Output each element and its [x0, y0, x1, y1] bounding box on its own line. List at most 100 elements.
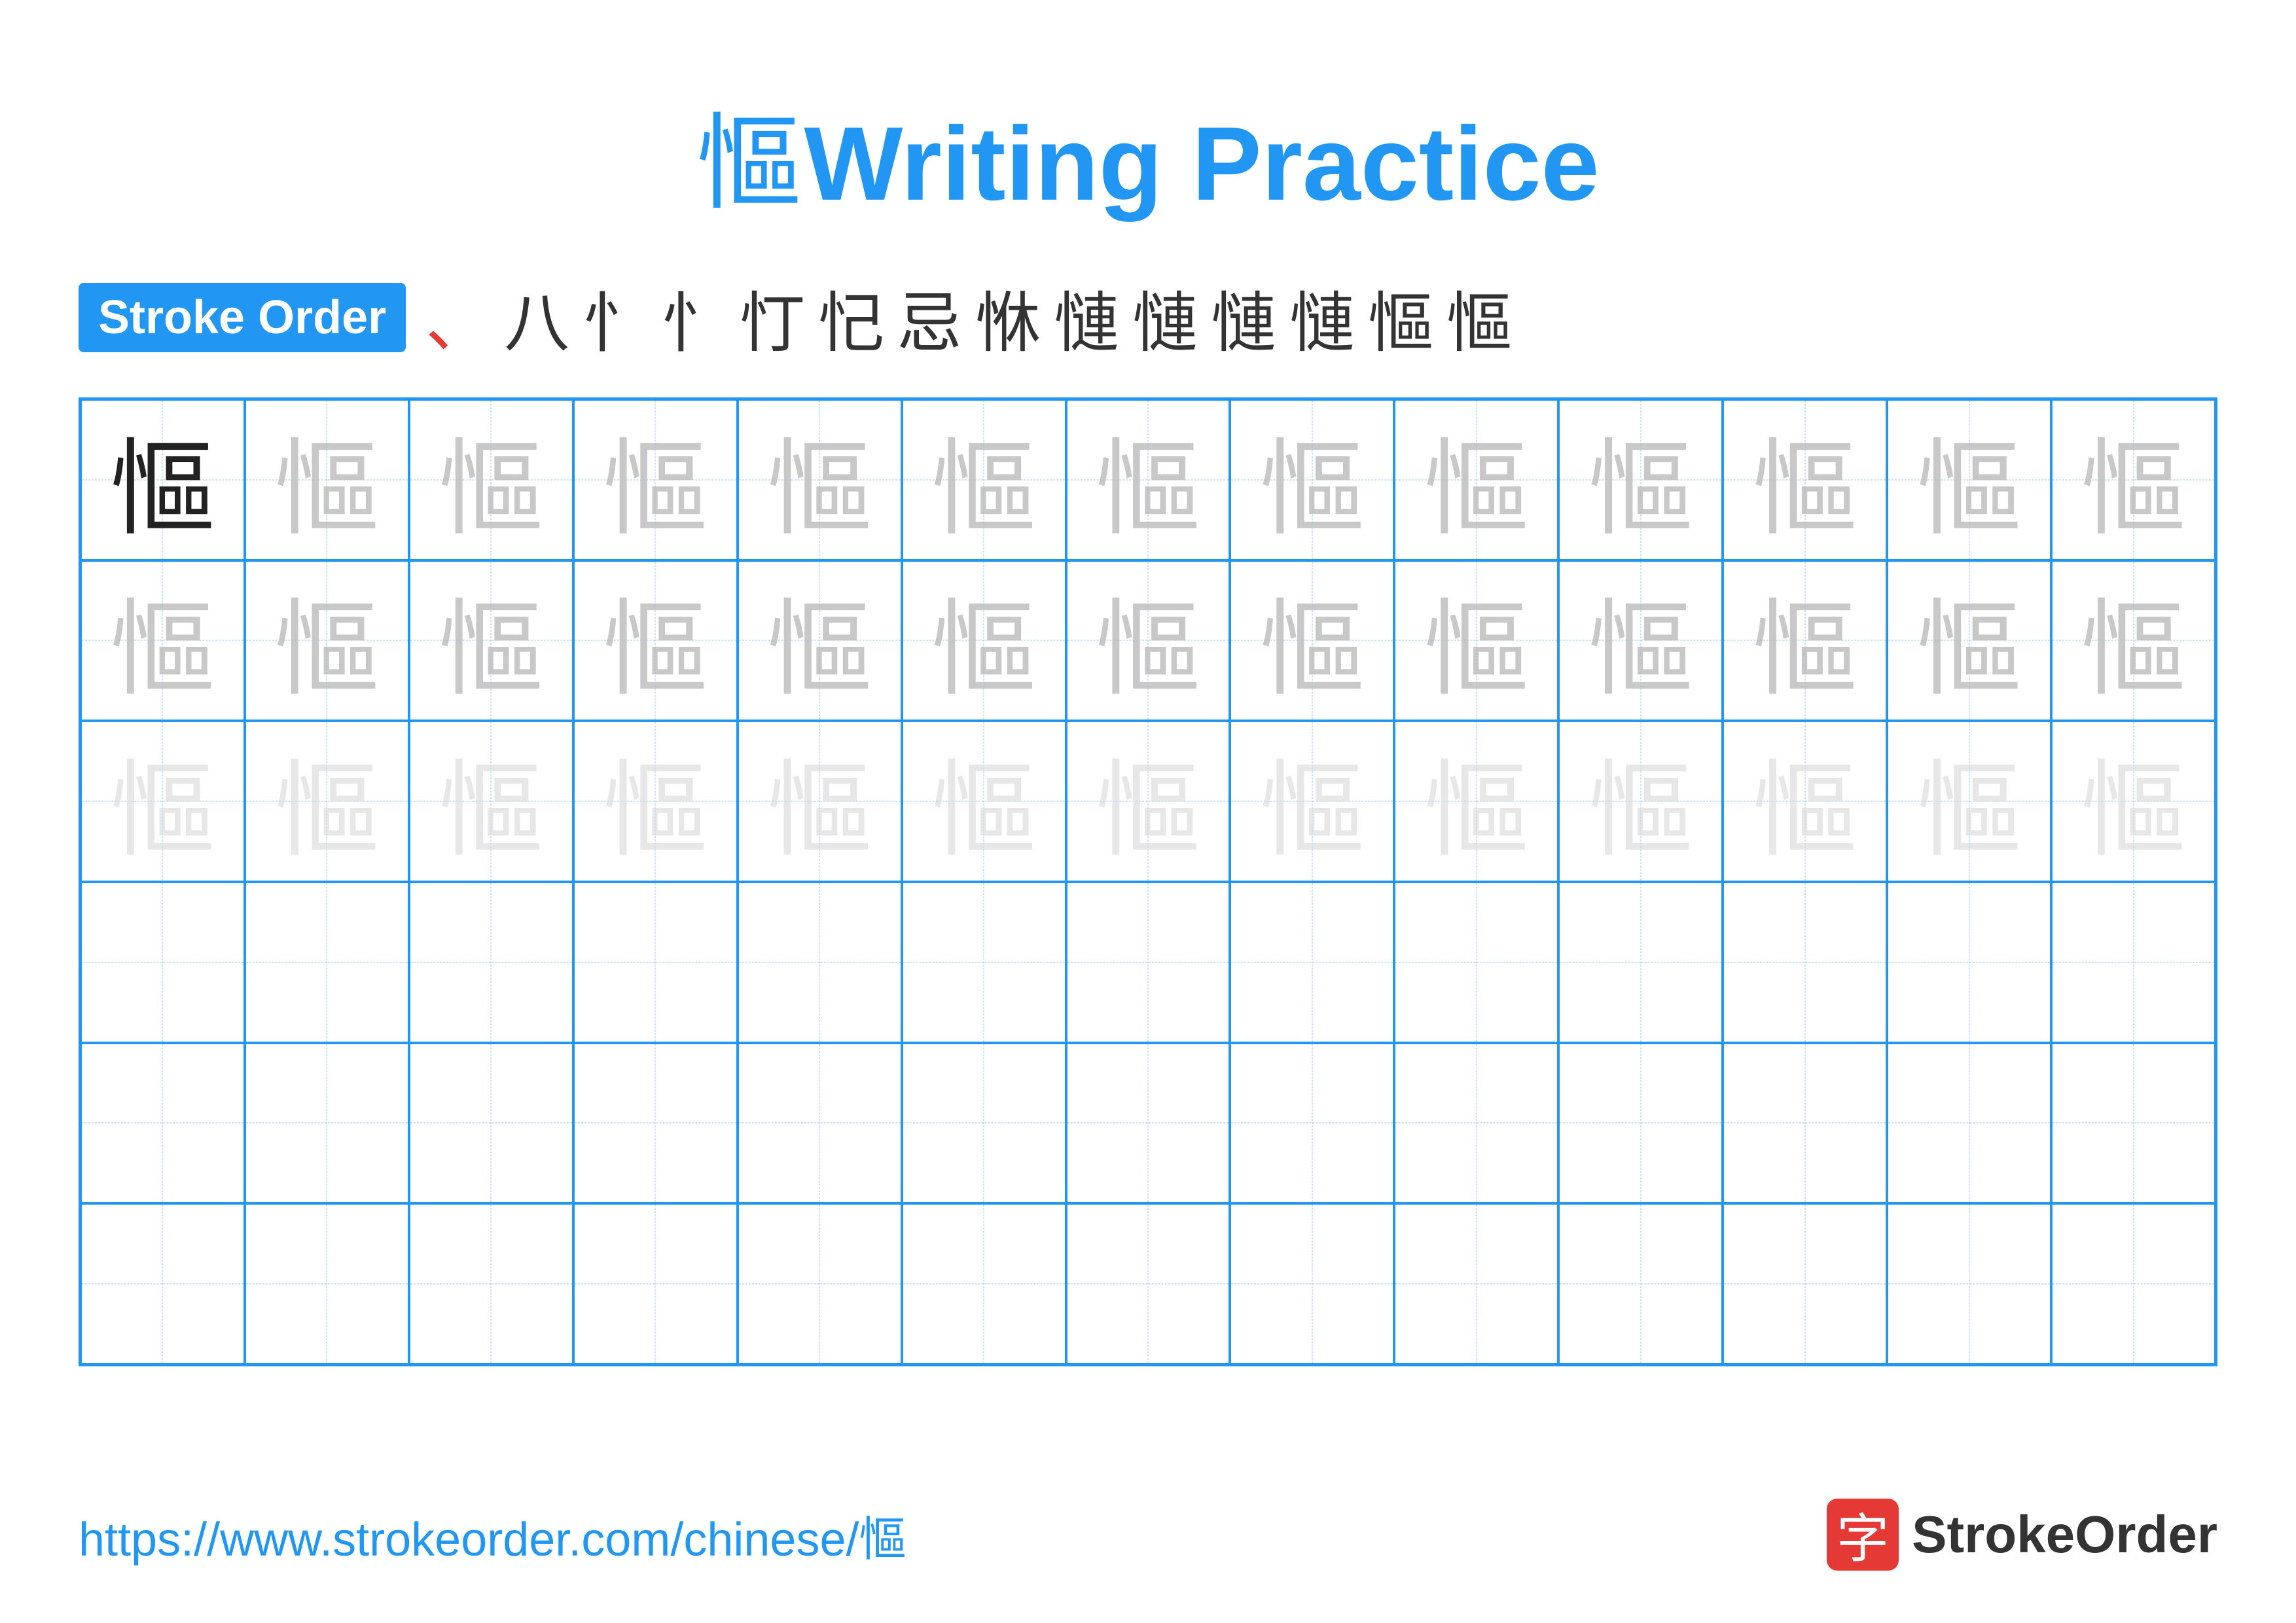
grid-cell: 慪	[409, 721, 573, 882]
practice-char: 慪	[1260, 564, 1365, 716]
grid-cell[interactable]	[409, 1203, 573, 1364]
grid-cell[interactable]	[1066, 1203, 1230, 1364]
grid-cell[interactable]	[1558, 1043, 1723, 1204]
grid-cell: 慪	[1558, 399, 1723, 560]
grid-cell[interactable]	[81, 882, 245, 1043]
grid-cell[interactable]	[1394, 1043, 1558, 1204]
stroke-order-badge: Stroke Order	[79, 283, 406, 352]
grid-cell[interactable]	[1558, 1203, 1723, 1364]
grid-cell: 慪	[902, 560, 1066, 721]
grid-cell[interactable]	[81, 1203, 245, 1364]
grid-cell: 慪	[1066, 560, 1230, 721]
grid-cell: 慪	[1723, 721, 1887, 882]
grid-cell[interactable]	[2051, 882, 2215, 1043]
grid-cell: 慪	[738, 560, 902, 721]
grid-cell: 慪	[1723, 399, 1887, 560]
grid-cell[interactable]	[902, 882, 1066, 1043]
footer: https://www.strokeorder.com/chinese/慪 字 …	[79, 1499, 2217, 1571]
practice-char: 慪	[2081, 725, 2186, 877]
grid-cell[interactable]	[902, 1043, 1066, 1204]
grid-cell: 慪	[1066, 721, 1230, 882]
practice-char: 慪	[110, 564, 215, 716]
grid-cell[interactable]	[409, 882, 573, 1043]
footer-brand: 字 StrokeOrder	[1827, 1499, 2217, 1571]
grid-cell: 慪	[1230, 560, 1394, 721]
grid-cell[interactable]	[1230, 1203, 1394, 1364]
grid-cell[interactable]	[1394, 1203, 1558, 1364]
grid-cell: 慪	[738, 399, 902, 560]
grid-cell: 慪	[573, 399, 738, 560]
grid-cell: 慪	[573, 721, 738, 882]
brand-name: StrokeOrder	[1912, 1504, 2217, 1565]
practice-char: 慪	[1753, 404, 1857, 556]
practice-char: 慪	[1588, 725, 1693, 877]
grid-cell[interactable]	[1887, 1203, 2051, 1364]
practice-char: 慪	[603, 404, 708, 556]
practice-char: 慪	[439, 564, 543, 716]
grid-cell[interactable]	[738, 1043, 902, 1204]
grid-cell: 慪	[81, 399, 245, 560]
grid-cell[interactable]	[1066, 1043, 1230, 1204]
grid-cell[interactable]	[1723, 1203, 1887, 1364]
grid-cell[interactable]	[245, 1043, 409, 1204]
grid-cell[interactable]	[573, 1203, 738, 1364]
grid-cell[interactable]	[1066, 882, 1230, 1043]
grid-cell[interactable]	[1230, 882, 1394, 1043]
stroke-order-row: Stroke Order 、 八 忄 忄 忊 忋 忌 恘 慩 慩 慩 慩 慪 慪	[79, 270, 2217, 365]
stroke-2: 八	[504, 270, 569, 365]
grid-cell[interactable]	[81, 1043, 245, 1204]
grid-cell[interactable]	[738, 1203, 902, 1364]
grid-cell[interactable]	[2051, 1043, 2215, 1204]
stroke-7: 忌	[897, 270, 962, 365]
grid-cell[interactable]	[1887, 1043, 2051, 1204]
grid-cell[interactable]	[573, 1043, 738, 1204]
practice-char: 慪	[767, 564, 872, 716]
stroke-6: 忋	[818, 270, 884, 365]
grid-cell: 慪	[409, 560, 573, 721]
grid-cell[interactable]	[409, 1043, 573, 1204]
practice-char: 慪	[1260, 404, 1365, 556]
grid-cell[interactable]	[738, 882, 902, 1043]
grid-cell: 慪	[1066, 399, 1230, 560]
grid-cell[interactable]	[1723, 882, 1887, 1043]
page: 慪 Writing Practice Stroke Order 、 八 忄 忄 …	[0, 0, 2296, 1623]
practice-char: 慪	[603, 725, 708, 877]
grid-cell: 慪	[2051, 399, 2215, 560]
practice-char: 慪	[1096, 564, 1200, 716]
stroke-8: 恘	[975, 270, 1041, 365]
title-area: 慪 Writing Practice	[79, 79, 2217, 230]
practice-char: 慪	[2081, 404, 2186, 556]
grid-cell[interactable]	[1723, 1043, 1887, 1204]
grid-cell[interactable]	[573, 882, 738, 1043]
practice-char: 慪	[274, 404, 379, 556]
stroke-9: 慩	[1054, 270, 1119, 365]
grid-cell[interactable]	[2051, 1203, 2215, 1364]
stroke-11: 慩	[1211, 270, 1276, 365]
practice-char: 慪	[931, 564, 1036, 716]
stroke-sequence: 、 八 忄 忄 忊 忋 忌 恘 慩 慩 慩 慩 慪 慪	[425, 270, 2217, 365]
grid-cell[interactable]	[1558, 882, 1723, 1043]
grid-cell[interactable]	[245, 1203, 409, 1364]
grid-cell[interactable]	[1230, 1043, 1394, 1204]
grid-cell: 慪	[409, 399, 573, 560]
stroke-13: 慪	[1368, 270, 1433, 365]
grid-cell: 慪	[1887, 399, 2051, 560]
brand-icon: 字	[1827, 1499, 1899, 1571]
practice-char: 慪	[1753, 725, 1857, 877]
stroke-12: 慩	[1289, 270, 1355, 365]
practice-char: 慪	[1588, 564, 1693, 716]
practice-char: 慪	[1753, 564, 1857, 716]
grid-cell: 慪	[1394, 721, 1558, 882]
practice-char: 慪	[1917, 404, 2022, 556]
grid-cell[interactable]	[1394, 882, 1558, 1043]
practice-char: 慪	[439, 404, 543, 556]
practice-char: 慪	[1424, 564, 1529, 716]
grid-cell[interactable]	[1887, 882, 2051, 1043]
grid-cell[interactable]	[902, 1203, 1066, 1364]
practice-char: 慪	[1917, 725, 2022, 877]
grid-cell: 慪	[81, 560, 245, 721]
grid-cell[interactable]	[245, 882, 409, 1043]
practice-char: 慪	[274, 564, 379, 716]
practice-char: 慪	[931, 725, 1036, 877]
grid-cell: 慪	[1887, 560, 2051, 721]
